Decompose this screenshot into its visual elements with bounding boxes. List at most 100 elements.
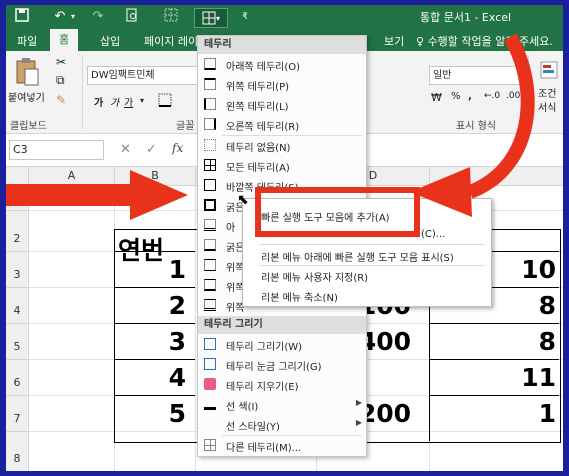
- bottom-border-icon: [204, 58, 216, 70]
- all-borders-icon: [204, 159, 216, 171]
- value-cell[interactable]: 1: [506, 399, 556, 428]
- undo-dropdown-icon[interactable]: ▾: [68, 8, 78, 26]
- draw-border-icon: [204, 338, 216, 350]
- divider: [82, 55, 83, 129]
- double-bottom-border-icon: [204, 219, 216, 231]
- left-border-icon: [204, 98, 216, 110]
- serial-cell[interactable]: 1: [156, 255, 186, 284]
- serial-cell[interactable]: 4: [156, 363, 186, 392]
- annotation-arrow-left: [6, 170, 188, 220]
- menu-item-top-border[interactable]: 위쪽 테두리(P): [198, 75, 366, 94]
- value-cell[interactable]: 8: [506, 291, 556, 320]
- bold-button[interactable]: 가: [94, 94, 103, 109]
- undo-icon[interactable]: ↶: [52, 8, 68, 26]
- font-group-label: 글꼴: [176, 121, 195, 132]
- more-borders-icon: [204, 439, 216, 451]
- mouse-cursor-icon: ⬉: [237, 192, 249, 208]
- menu-item-bottom-border[interactable]: 아래쪽 테두리(O): [198, 55, 366, 74]
- table-line: [114, 323, 195, 324]
- cut-icon[interactable]: ✂: [56, 55, 66, 69]
- top-double-bottom-border-icon: [204, 299, 216, 311]
- document-title: 통합 문서1 - Excel: [420, 11, 512, 24]
- thick-bottom-border-icon: [204, 239, 216, 251]
- row-header-6[interactable]: 6: [6, 360, 29, 396]
- thick-box-border-icon: [204, 199, 216, 211]
- row-header-5[interactable]: 5: [6, 324, 29, 360]
- right-border-icon: [204, 118, 216, 130]
- value-cell[interactable]: 10: [506, 255, 556, 284]
- serial-cell[interactable]: 3: [156, 327, 186, 356]
- annotation-arrow-curved: [410, 33, 535, 217]
- menu-item-line-color[interactable]: 선 색(I) ▶: [198, 395, 366, 414]
- grid-icon[interactable]: [163, 8, 179, 26]
- insert-function-icon[interactable]: fx: [172, 141, 183, 155]
- menu-item-no-border[interactable]: 테두리 없음(N): [198, 136, 366, 155]
- border-icon[interactable]: [158, 93, 172, 110]
- value-cell[interactable]: 8: [506, 327, 556, 356]
- tab-home[interactable]: 홈: [50, 29, 79, 51]
- menu-separator: [259, 244, 485, 245]
- copy-icon[interactable]: ⧉: [56, 73, 65, 88]
- table-line: [429, 359, 559, 360]
- menu-item-right-border[interactable]: 오른쪽 테두리(R): [198, 115, 366, 134]
- menu-header-draw-borders: 테두리 그리기: [198, 316, 366, 334]
- submenu-arrow-icon: ▶: [355, 418, 362, 427]
- tab-page-layout[interactable]: 페이지 레이: [144, 33, 198, 49]
- italic-button[interactable]: 가: [110, 94, 119, 109]
- serial-cell[interactable]: 5: [156, 399, 186, 428]
- table-line: [114, 287, 195, 288]
- menu-item-erase-border[interactable]: 테두리 지우기(E): [198, 375, 366, 394]
- menu-item-draw-border[interactable]: 테두리 그리기(W): [198, 335, 366, 354]
- draw-border-grid-icon: [204, 358, 216, 370]
- underline-button[interactable]: 가: [124, 94, 133, 109]
- name-box[interactable]: C3: [9, 140, 104, 160]
- table-line: [114, 359, 195, 360]
- highlight-box: [255, 187, 420, 237]
- serial-cell[interactable]: 2: [156, 291, 186, 320]
- underline-dropdown-icon[interactable]: ▾: [140, 96, 144, 105]
- enter-icon[interactable]: ✓: [146, 142, 157, 157]
- ctx-customize-qat[interactable]: (C)...: [421, 229, 445, 240]
- cancel-icon[interactable]: ✕: [120, 142, 131, 157]
- tab-file[interactable]: 파일: [17, 33, 37, 49]
- menu-item-all-borders[interactable]: 모든 테두리(A): [198, 156, 366, 175]
- ctx-customize-ribbon[interactable]: 리본 메뉴 사용자 지정(R): [261, 269, 368, 284]
- clipboard-group-label: 클립보드: [10, 121, 47, 132]
- ctx-collapse-ribbon[interactable]: 리본 메뉴 축소(N): [261, 289, 338, 304]
- customize-qat-icon[interactable]: ₹: [240, 8, 250, 26]
- print-preview-icon[interactable]: [124, 8, 140, 26]
- menu-separator: [259, 265, 485, 266]
- menu-item-draw-border-grid[interactable]: 테두리 눈금 그리기(G): [198, 355, 366, 374]
- paste-icon[interactable]: [14, 57, 40, 90]
- table-line: [114, 395, 195, 396]
- save-icon[interactable]: [14, 8, 30, 26]
- top-bottom-border-icon: [204, 259, 216, 271]
- redo-icon[interactable]: ↷: [90, 8, 106, 26]
- menu-item-more-borders[interactable]: 다른 테두리(M)...: [198, 436, 366, 455]
- row-header-7[interactable]: 7: [6, 396, 29, 432]
- paste-label[interactable]: 붙여넣기: [8, 89, 45, 104]
- row-header-3[interactable]: 3: [6, 252, 29, 288]
- title-bar: ↶ ▾ ↷ ▾ ₹ 통합 문서1 - Excel: [6, 5, 563, 29]
- tab-view[interactable]: 보기: [384, 33, 404, 49]
- ctx-show-qat-below[interactable]: 리본 메뉴 아래에 빠른 실행 도구 모음 표시(S): [261, 249, 454, 264]
- excel-window: ↶ ▾ ↷ ▾ ₹ 통합 문서1 - Excel 파일 홈 삽입 페이지 레이 …: [6, 5, 563, 471]
- borders-button[interactable]: ▾: [194, 8, 228, 28]
- table-line: [429, 395, 559, 396]
- value-cell[interactable]: 11: [506, 363, 556, 392]
- eraser-icon: [204, 378, 216, 390]
- menu-item-left-border[interactable]: 왼쪽 테두리(L): [198, 95, 366, 114]
- top-border-icon: [204, 78, 216, 90]
- menu-item-line-style[interactable]: 선 스타일(Y) ▶: [198, 415, 366, 434]
- line-color-icon: [204, 398, 216, 410]
- tab-insert[interactable]: 삽입: [100, 33, 120, 49]
- format-painter-icon[interactable]: ✎: [56, 93, 66, 107]
- outside-borders-icon: [204, 179, 216, 191]
- no-border-icon: [204, 139, 216, 151]
- table-line: [429, 323, 559, 324]
- submenu-arrow-icon: ▶: [355, 398, 362, 407]
- row-header-8[interactable]: 8: [6, 432, 29, 471]
- row-header-4[interactable]: 4: [6, 288, 29, 324]
- top-thick-bottom-border-icon: [204, 279, 216, 291]
- font-name-box[interactable]: DW임팩트민체: [87, 66, 200, 85]
